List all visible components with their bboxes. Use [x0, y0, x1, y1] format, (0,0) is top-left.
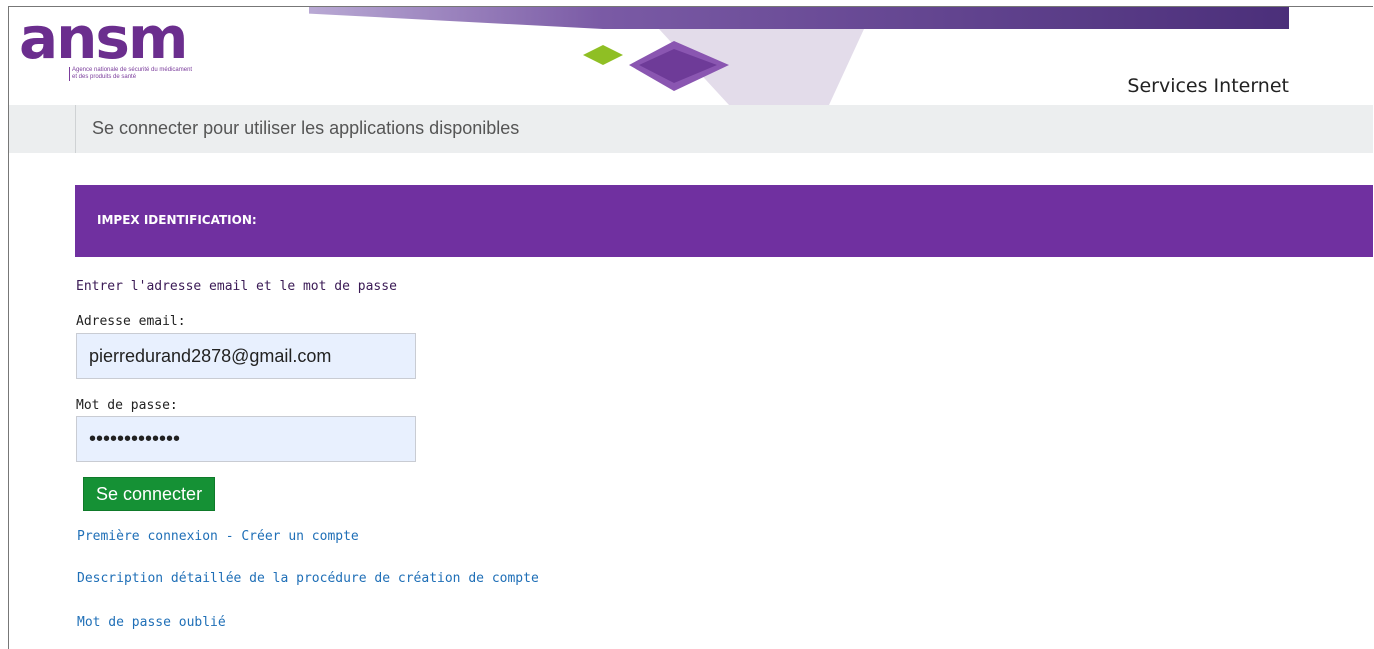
logo-tagline: Agence nationale de sécurité du médicame…: [69, 67, 292, 81]
logo-tagline-line1: Agence nationale de sécurité du médicame…: [72, 67, 193, 73]
logo-wordmark: ansm: [19, 6, 188, 72]
page-frame: ansm Agence nationale de sécurité du méd…: [8, 6, 1373, 649]
subheader-text: Se connecter pour utiliser les applicati…: [75, 105, 519, 153]
ansm-logo[interactable]: ansm Agence nationale de sécurité du méd…: [19, 9, 299, 95]
password-field[interactable]: [76, 416, 416, 462]
login-instruction: Entrer l'adresse email et le mot de pass…: [76, 279, 397, 294]
identification-title: IMPEX IDENTIFICATION:: [97, 213, 257, 227]
site-title: Services Internet: [1127, 75, 1289, 97]
decorative-diamonds-graphic: [583, 29, 864, 105]
identification-panel: IMPEX IDENTIFICATION:: [75, 185, 1373, 257]
subheader-bar: Se connecter pour utiliser les applicati…: [9, 105, 1373, 153]
create-account-link[interactable]: Première connexion - Créer un compte: [77, 529, 359, 544]
email-field[interactable]: [76, 333, 416, 379]
login-button[interactable]: Se connecter: [83, 477, 216, 511]
forgot-password-link[interactable]: Mot de passe oublié: [77, 615, 226, 630]
password-label: Mot de passe:: [76, 398, 178, 413]
account-procedure-link[interactable]: Description détaillée de la procédure de…: [77, 571, 539, 586]
site-header: ansm Agence nationale de sécurité du méd…: [9, 7, 1373, 105]
logo-tagline-line2: et des produits de santé: [72, 74, 137, 80]
email-label: Adresse email:: [76, 314, 186, 329]
header-decorative-band: [309, 7, 1289, 29]
